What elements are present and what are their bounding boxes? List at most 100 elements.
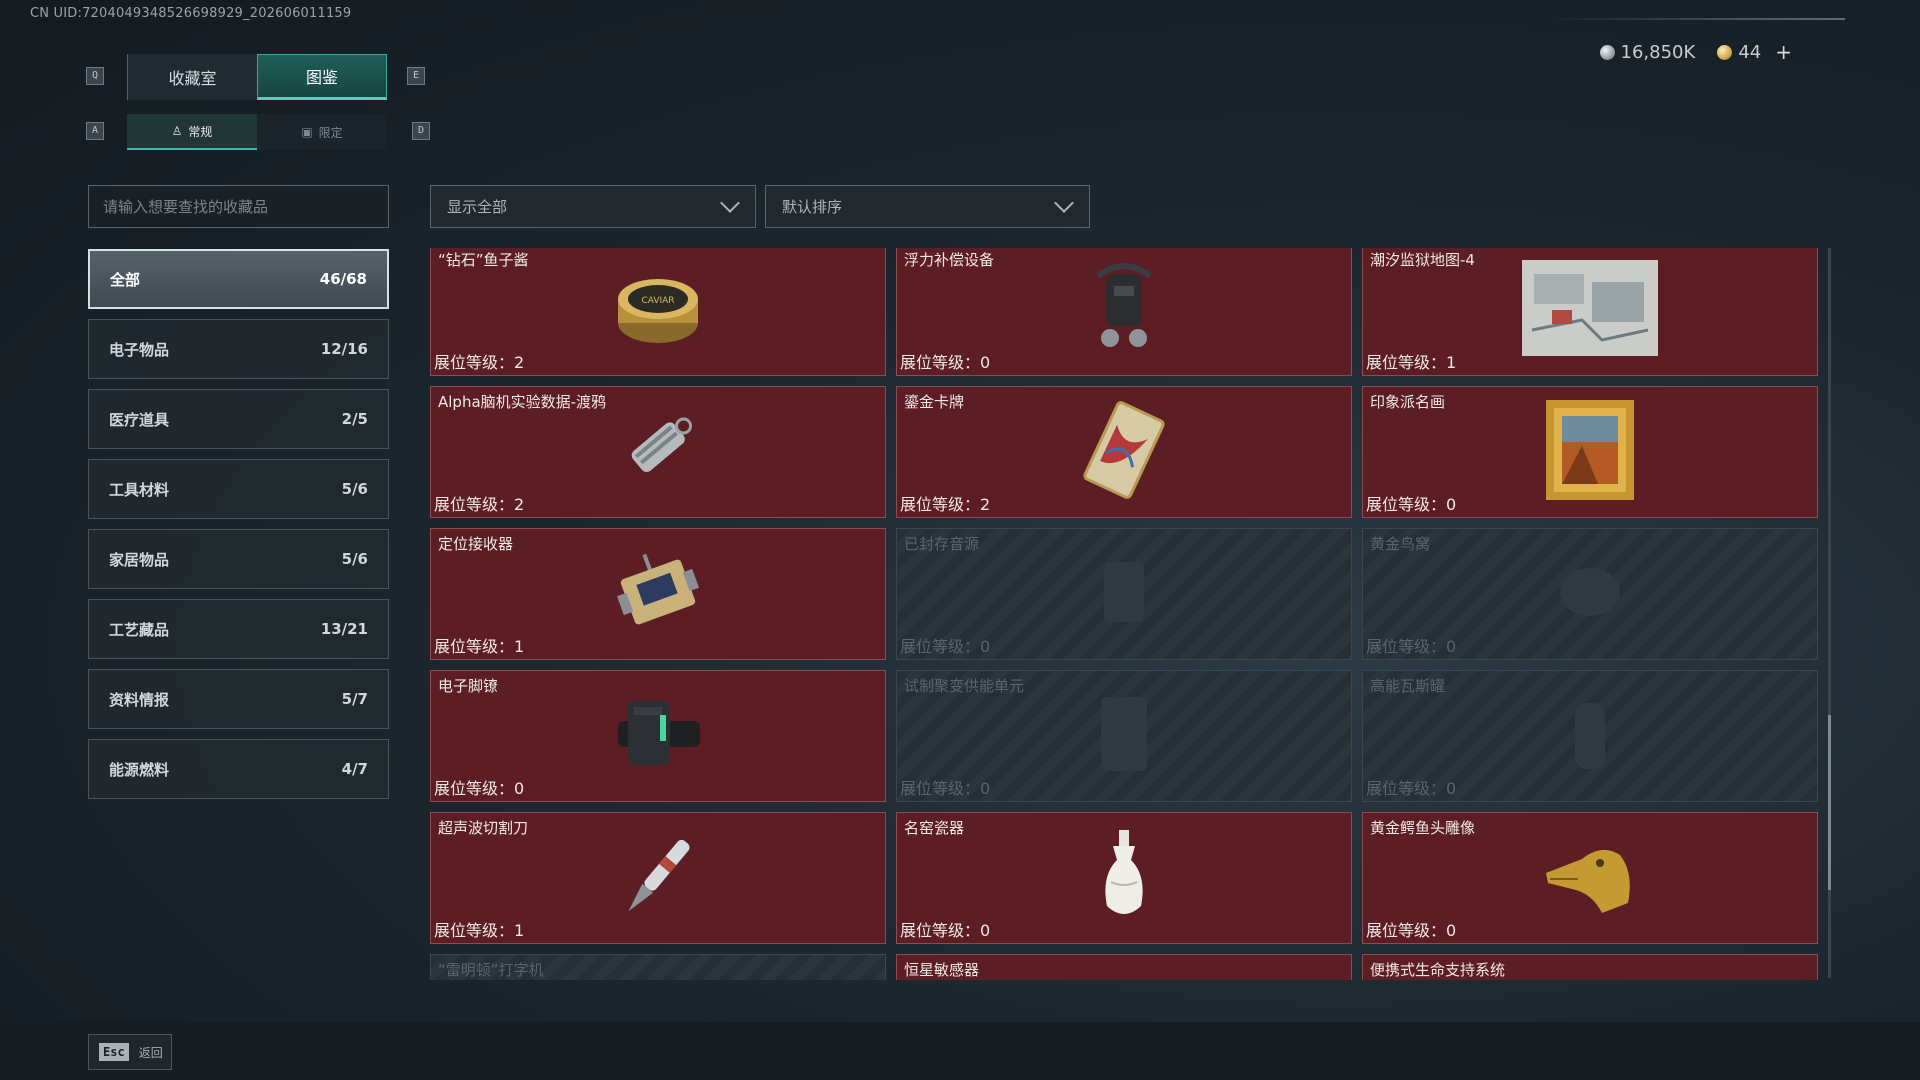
locked-item-icon — [1550, 557, 1630, 631]
item-name: 已封存音源 — [904, 535, 980, 553]
item-name: 定位接收器 — [438, 535, 514, 553]
subtab-regular-label: 常规 — [188, 124, 213, 139]
gold-currency: 44 + — [1717, 40, 1792, 64]
main-tabs: 收藏室 图鉴 — [127, 54, 387, 100]
collectible-card[interactable]: “钻石”鱼子酱 CAVIAR 展位等级：2 — [430, 248, 886, 376]
locked-item-icon — [1089, 689, 1159, 783]
collectible-card-locked[interactable]: 高能瓦斯罐 展位等级：0 — [1362, 670, 1818, 802]
plus-icon[interactable]: + — [1775, 40, 1792, 64]
buoyancy-device-icon — [1084, 256, 1164, 364]
category-count: 13/21 — [320, 620, 368, 638]
category-count: 5/6 — [341, 480, 368, 498]
category-all[interactable]: 全部 46/68 — [88, 249, 389, 309]
locked-item-icon — [1565, 689, 1615, 783]
category-electronics[interactable]: 电子物品 12/16 — [88, 319, 389, 379]
collectible-card[interactable]: 鎏金卡牌 展位等级：2 — [896, 386, 1352, 518]
category-label: 全部 — [110, 270, 141, 289]
category-intel[interactable]: 资料情报 5/7 — [88, 669, 389, 729]
bottom-bar — [0, 1022, 1920, 1080]
locked-item-icon — [1089, 552, 1159, 636]
category-label: 电子物品 — [109, 340, 170, 359]
item-level: 展位等级：0 — [434, 779, 525, 798]
esc-key-icon: Esc — [99, 1043, 129, 1061]
item-name: “雷明顿”打字机 — [438, 961, 544, 979]
uid-text: CN UID:7204049348526698929_202606011159 — [30, 6, 352, 21]
svg-text:CAVIAR: CAVIAR — [641, 296, 674, 306]
porcelain-vase-icon — [1099, 826, 1149, 930]
category-list: 全部 46/68 电子物品 12/16 医疗道具 2/5 工具材料 5/6 家居… — [88, 249, 389, 809]
item-level: 展位等级：1 — [434, 637, 525, 656]
category-medical[interactable]: 医疗道具 2/5 — [88, 389, 389, 449]
collectible-card[interactable]: 电子脚镣 展位等级：0 — [430, 670, 886, 802]
collectible-card[interactable]: 印象派名画 展位等级：0 — [1362, 386, 1818, 518]
category-count: 5/7 — [341, 690, 368, 708]
sort-dropdown[interactable]: 默认排序 — [765, 185, 1090, 228]
search-input[interactable] — [88, 185, 389, 228]
tab-collection-room[interactable]: 收藏室 — [127, 54, 257, 100]
collectible-card[interactable]: 便携式生命支持系统 — [1362, 954, 1818, 980]
collectible-card[interactable]: 名窑瓷器 展位等级：0 — [896, 812, 1352, 944]
chevron-down-icon — [1054, 192, 1074, 213]
silver-coin-icon — [1599, 44, 1615, 60]
collectible-grid: “钻石”鱼子酱 CAVIAR 展位等级：2 浮力补偿设备 展位等级：0 潮汐监狱… — [430, 248, 1818, 980]
category-count: 46/68 — [319, 270, 367, 288]
back-button[interactable]: Esc 返回 — [88, 1034, 172, 1070]
ankle-monitor-icon — [610, 691, 706, 781]
grid-scrollbar-thumb[interactable] — [1828, 715, 1831, 890]
painting-icon — [1546, 400, 1634, 504]
category-tools[interactable]: 工具材料 5/6 — [88, 459, 389, 519]
category-household[interactable]: 家居物品 5/6 — [88, 529, 389, 589]
item-name: 黄金鸟窝 — [1370, 535, 1431, 553]
item-name: “钻石”鱼子酱 — [438, 251, 529, 269]
subtab-regular[interactable]: ♙ 常规 — [127, 114, 257, 150]
data-drive-icon — [613, 405, 703, 499]
item-level: 展位等级：0 — [1366, 779, 1457, 798]
category-count: 4/7 — [341, 760, 368, 778]
category-crafts[interactable]: 工艺藏品 13/21 — [88, 599, 389, 659]
silver-amount: 16,850K — [1620, 41, 1696, 63]
collectible-card[interactable]: Alpha脑机实验数据-渡鸦 展位等级：2 — [430, 386, 886, 518]
filter-dropdown-value: 显示全部 — [447, 198, 508, 216]
cutter-icon — [623, 826, 693, 930]
item-level: 展位等级：1 — [434, 921, 525, 940]
collectible-card[interactable]: 潮汐监狱地图-4 展位等级：1 — [1362, 248, 1818, 376]
collectible-card[interactable]: 黄金鳄鱼头雕像 展位等级：0 — [1362, 812, 1818, 944]
regular-icon: ♙ — [171, 124, 183, 138]
key-q-hint: Q — [86, 67, 104, 85]
category-count: 2/5 — [341, 410, 368, 428]
item-name: 高能瓦斯罐 — [1370, 677, 1446, 695]
category-count: 12/16 — [320, 340, 368, 358]
item-level: 展位等级：0 — [1366, 495, 1457, 514]
collectible-card[interactable]: 超声波切割刀 展位等级：1 — [430, 812, 886, 944]
filter-dropdown[interactable]: 显示全部 — [430, 185, 756, 228]
category-label: 能源燃料 — [109, 760, 170, 779]
collectible-card[interactable]: 浮力补偿设备 展位等级：0 — [896, 248, 1352, 376]
receiver-icon — [610, 546, 706, 642]
category-energy[interactable]: 能源燃料 4/7 — [88, 739, 389, 799]
item-level: 展位等级：0 — [900, 921, 991, 940]
tab-catalog[interactable]: 图鉴 — [257, 54, 387, 100]
item-name: 便携式生命支持系统 — [1370, 961, 1506, 979]
sort-dropdown-value: 默认排序 — [782, 198, 843, 216]
subtab-limited[interactable]: ▣ 限定 — [257, 114, 387, 150]
item-name: 印象派名画 — [1370, 393, 1446, 411]
item-name: 试制聚变供能单元 — [904, 677, 1025, 695]
limited-icon: ▣ — [301, 125, 313, 139]
map-icon — [1522, 260, 1658, 360]
gold-amount: 44 — [1738, 41, 1762, 63]
collectible-card-locked[interactable]: “雷明顿”打字机 — [430, 954, 886, 980]
collectible-card-locked[interactable]: 已封存音源 展位等级：0 — [896, 528, 1352, 660]
collectible-card-locked[interactable]: 试制聚变供能单元 展位等级：0 — [896, 670, 1352, 802]
item-name: Alpha脑机实验数据-渡鸦 — [438, 393, 607, 411]
category-label: 家居物品 — [109, 550, 170, 569]
collectible-card[interactable]: 定位接收器 展位等级：1 — [430, 528, 886, 660]
collectible-grid-viewport: “钻石”鱼子酱 CAVIAR 展位等级：2 浮力补偿设备 展位等级：0 潮汐监狱… — [430, 248, 1820, 980]
crocodile-statue-icon — [1542, 833, 1638, 923]
category-label: 医疗道具 — [109, 410, 170, 429]
chevron-down-icon — [720, 192, 740, 213]
collectible-card[interactable]: 恒星敏感器 — [896, 954, 1352, 980]
collectible-card-locked[interactable]: 黄金鸟窝 展位等级：0 — [1362, 528, 1818, 660]
item-name: 名窑瓷器 — [904, 819, 965, 837]
item-level: 展位等级：0 — [900, 637, 991, 656]
item-name: 超声波切割刀 — [438, 819, 529, 837]
